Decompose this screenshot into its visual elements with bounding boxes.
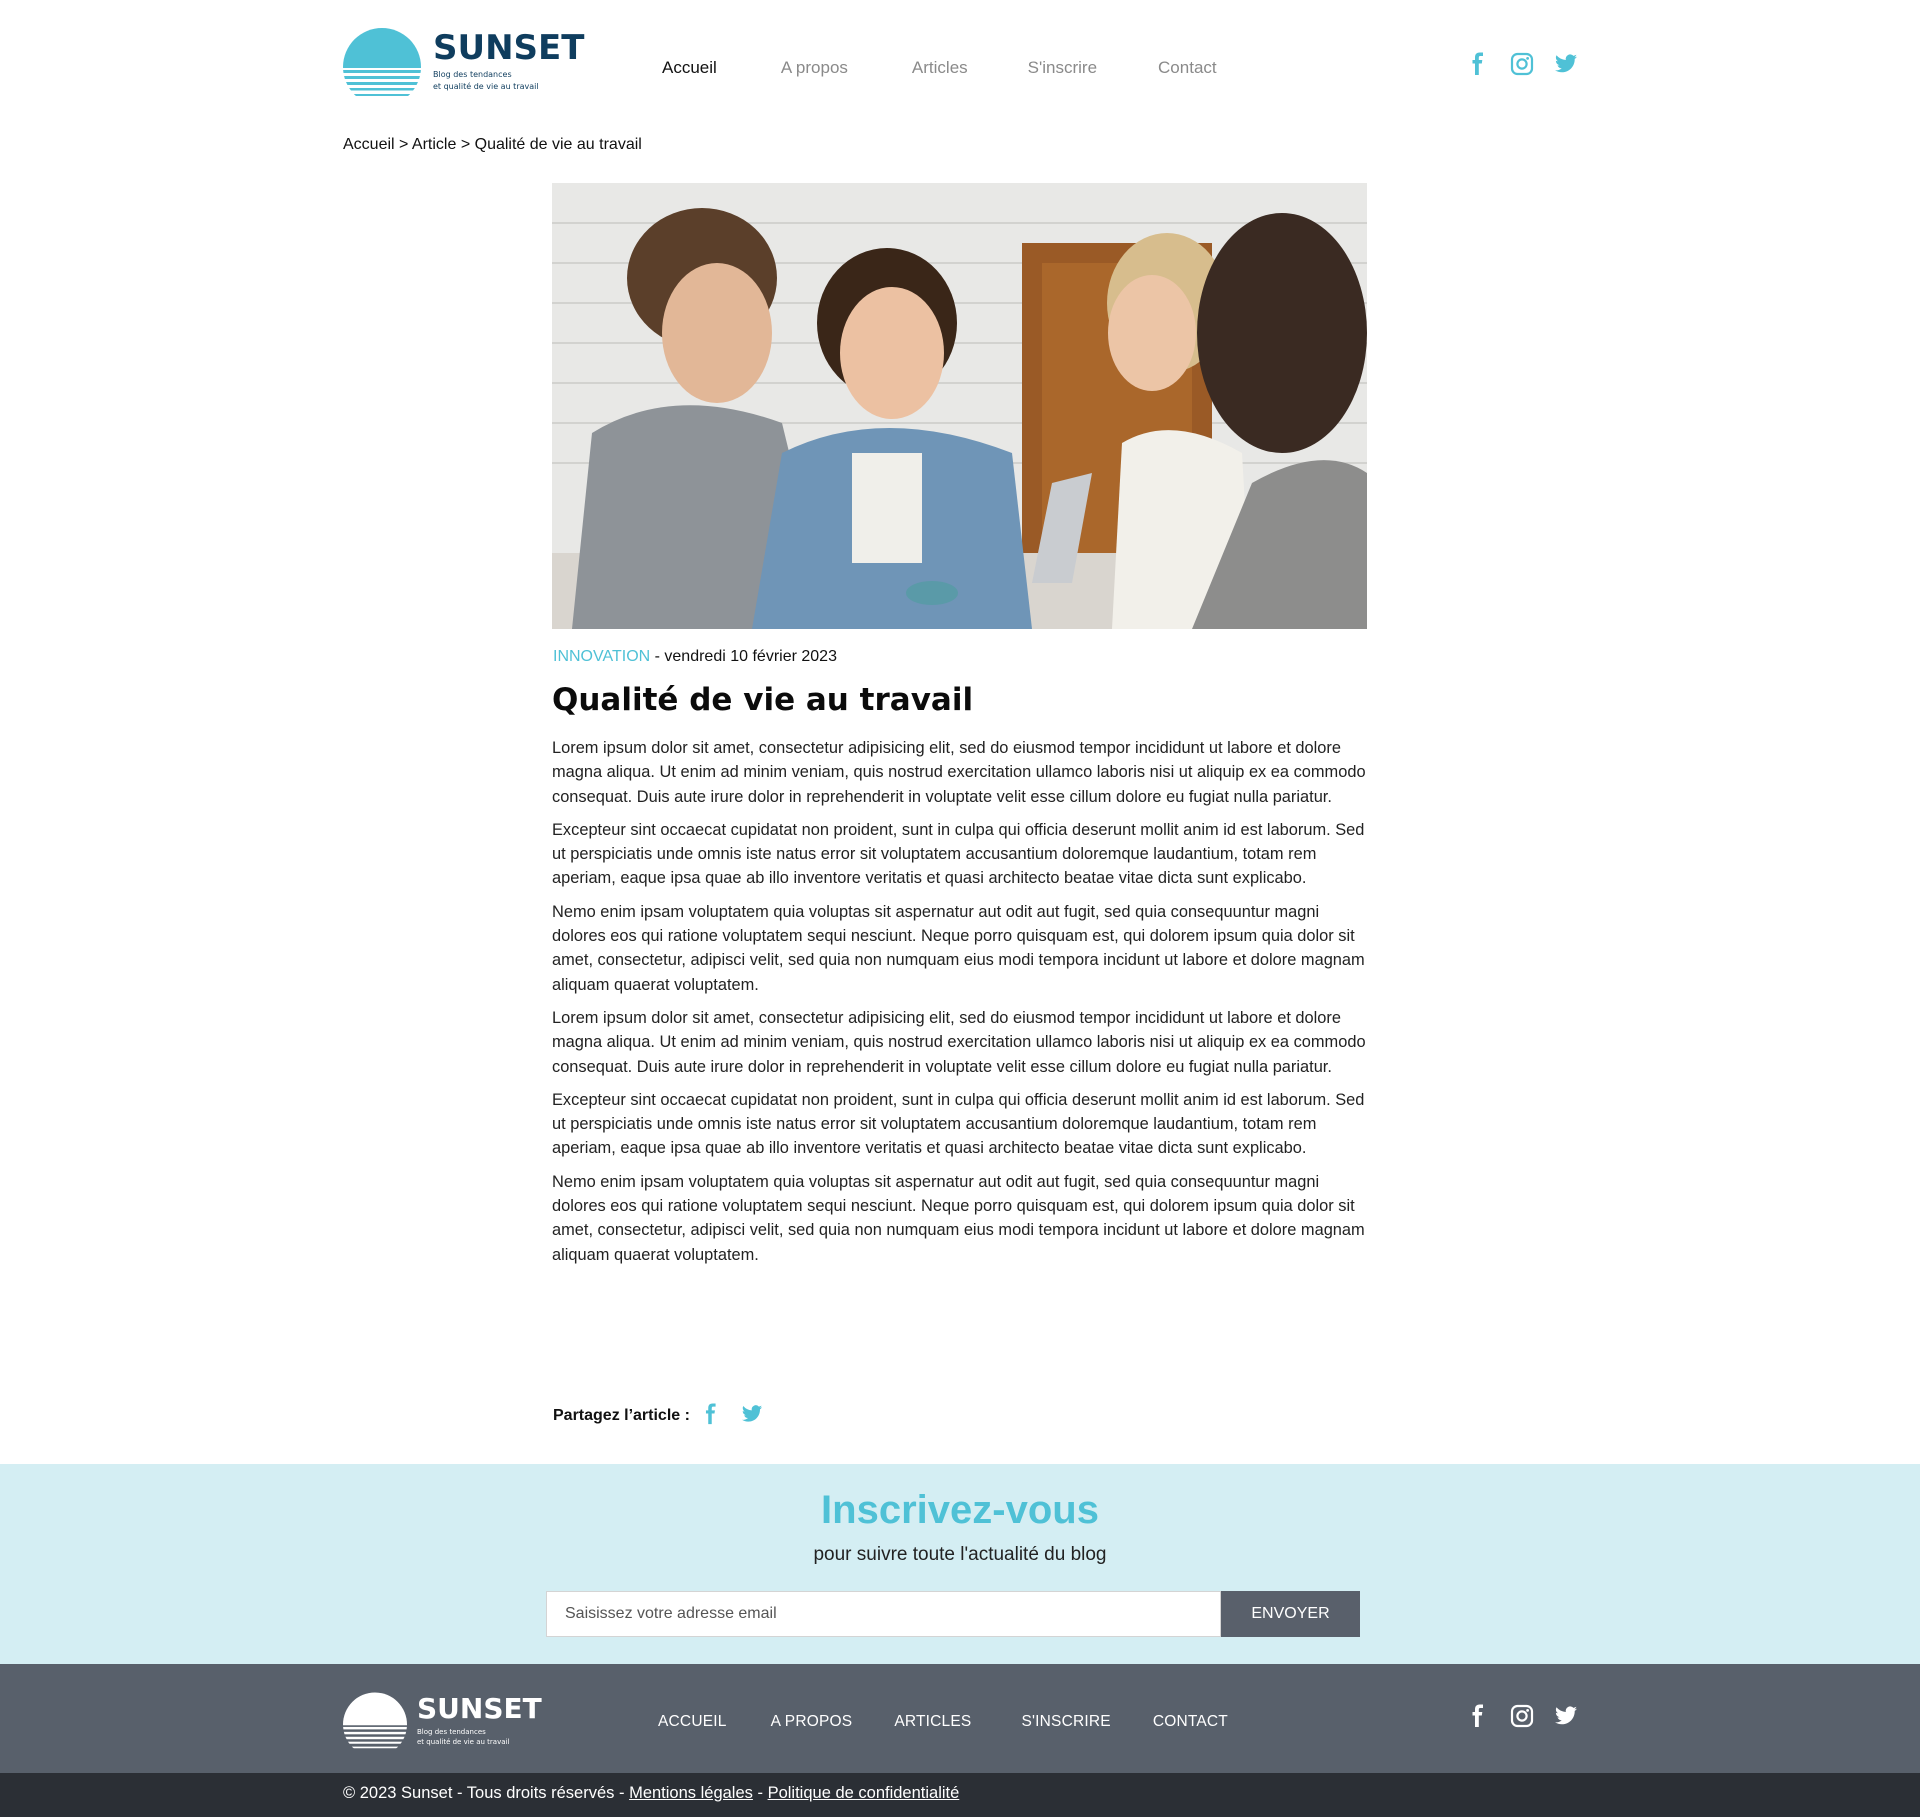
article-paragraph: Nemo enim ipsam voluptatem quia voluptas… bbox=[552, 1172, 1365, 1264]
nav-articles[interactable]: Articles bbox=[912, 58, 968, 78]
site-footer: SUNSET Blog des tendances et qualité de … bbox=[0, 1664, 1920, 1773]
logo-tagline-2: et qualité de vie au travail bbox=[433, 82, 539, 91]
newsletter-subtitle: pour suivre toute l'actualité du blog bbox=[813, 1544, 1107, 1565]
footer-nav-a-propos[interactable]: A PROPOS bbox=[771, 1713, 853, 1731]
share-bar: Partagez l’article : bbox=[553, 1403, 782, 1429]
breadcrumb[interactable]: Accueil > Article > Qualité de vie au tr… bbox=[343, 136, 642, 154]
copyright-separator: - bbox=[752, 1784, 768, 1802]
nav-contact[interactable]: Contact bbox=[1158, 58, 1217, 78]
footer-social bbox=[1466, 1704, 1598, 1732]
site-logo[interactable]: SUNSET Blog des tendances et qualité de … bbox=[343, 28, 584, 100]
newsletter-title: Inscrivez-vous bbox=[821, 1488, 1099, 1532]
footer-nav-articles[interactable]: ARTICLES bbox=[894, 1713, 971, 1731]
legal-link[interactable]: Mentions légales bbox=[629, 1784, 753, 1802]
footer-logo-name: SUNSET bbox=[417, 1692, 542, 1725]
footer-nav-contact[interactable]: CONTACT bbox=[1153, 1713, 1228, 1731]
footer-nav: ACCUEIL A PROPOS ARTICLES S'INSCRIRE CON… bbox=[658, 1713, 1228, 1731]
sunset-logo-icon bbox=[343, 1692, 407, 1749]
header-social bbox=[1466, 52, 1598, 80]
instagram-icon[interactable] bbox=[1510, 52, 1534, 80]
sunset-logo-icon bbox=[343, 28, 421, 96]
submit-button[interactable]: ENVOYER bbox=[1221, 1591, 1360, 1637]
footer-nav-sinscrire[interactable]: S'INSCRIRE bbox=[1021, 1713, 1110, 1731]
article-title: Qualité de vie au travail bbox=[552, 682, 974, 718]
copyright-bar: © 2023 Sunset - Tous droits réservés - M… bbox=[0, 1773, 1920, 1817]
article-date: - vendredi 10 février 2023 bbox=[650, 648, 837, 665]
copyright-text: © 2023 Sunset - Tous droits réservés - bbox=[343, 1784, 630, 1802]
nav-sinscrire[interactable]: S'inscrire bbox=[1028, 58, 1097, 78]
article-hero-image bbox=[552, 183, 1367, 629]
article-paragraph: Excepteur sint occaecat cupidatat non pr… bbox=[552, 1090, 1365, 1158]
main-nav: Accueil A propos Articles S'inscrire Con… bbox=[662, 58, 1217, 78]
category-tag[interactable]: INNOVATION bbox=[553, 648, 650, 665]
twitter-icon[interactable] bbox=[1554, 52, 1578, 80]
twitter-icon[interactable] bbox=[740, 1403, 764, 1429]
article-paragraph: Nemo enim ipsam voluptatem quia voluptas… bbox=[552, 902, 1365, 994]
article-body: Lorem ipsum dolor sit amet, consectetur … bbox=[552, 736, 1372, 1276]
footer-logo-tagline-2: et qualité de vie au travail bbox=[417, 1738, 510, 1746]
site-header: SUNSET Blog des tendances et qualité de … bbox=[0, 0, 1920, 135]
article-paragraph: Lorem ipsum dolor sit amet, consectetur … bbox=[552, 739, 1366, 806]
footer-nav-accueil[interactable]: ACCUEIL bbox=[658, 1713, 727, 1731]
footer-logo-tagline-1: Blog des tendances bbox=[417, 1728, 486, 1736]
article-paragraph: Lorem ipsum dolor sit amet, consectetur … bbox=[552, 1008, 1366, 1076]
facebook-icon[interactable] bbox=[700, 1403, 722, 1429]
email-input[interactable] bbox=[546, 1591, 1221, 1637]
article-paragraph: Excepteur sint occaecat cupidatat non pr… bbox=[552, 820, 1365, 888]
facebook-icon[interactable] bbox=[1466, 1704, 1490, 1732]
nav-a-propos[interactable]: A propos bbox=[781, 58, 848, 78]
newsletter-section: Inscrivez-vous pour suivre toute l'actua… bbox=[0, 1464, 1920, 1664]
privacy-link[interactable]: Politique de confidentialité bbox=[768, 1784, 960, 1802]
nav-accueil[interactable]: Accueil bbox=[662, 58, 717, 78]
logo-tagline-1: Blog des tendances bbox=[433, 70, 512, 79]
footer-logo[interactable]: SUNSET Blog des tendances et qualité de … bbox=[343, 1692, 542, 1752]
instagram-icon[interactable] bbox=[1510, 1704, 1534, 1732]
facebook-icon[interactable] bbox=[1466, 52, 1490, 80]
article-meta: INNOVATION - vendredi 10 février 2023 bbox=[553, 648, 837, 666]
twitter-icon[interactable] bbox=[1554, 1704, 1578, 1732]
share-label: Partagez l’article : bbox=[553, 1407, 690, 1424]
logo-name: SUNSET bbox=[433, 28, 585, 68]
photo-people-meeting bbox=[552, 183, 1367, 629]
